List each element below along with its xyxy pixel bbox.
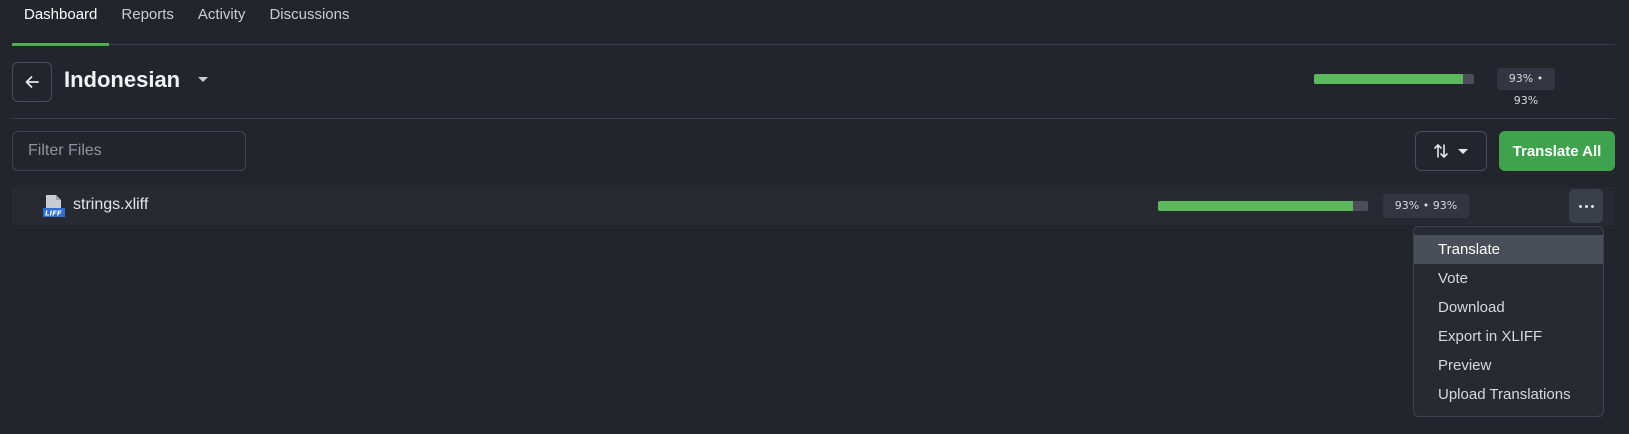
file-progress-bar xyxy=(1158,201,1368,211)
file-progress-fill xyxy=(1158,201,1354,211)
more-horizontal-icon xyxy=(1578,204,1594,208)
menu-item-vote[interactable]: Vote xyxy=(1414,264,1603,293)
menu-item-download[interactable]: Download xyxy=(1414,293,1603,322)
chevron-down-icon xyxy=(1458,148,1468,154)
tab-reports[interactable]: Reports xyxy=(109,0,186,45)
menu-item-upload-translations[interactable]: Upload Translations xyxy=(1414,380,1603,409)
menu-item-preview[interactable]: Preview xyxy=(1414,351,1603,380)
menu-item-export-xliff[interactable]: Export in XLIFF xyxy=(1414,322,1603,351)
more-options-button[interactable] xyxy=(1569,189,1603,223)
language-dropdown-caret-icon[interactable] xyxy=(198,77,208,82)
file-progress-badge: 93% • 93% xyxy=(1383,194,1469,218)
language-progress-bar xyxy=(1314,74,1474,84)
menu-item-translate[interactable]: Translate xyxy=(1414,235,1603,264)
top-tabs: Dashboard Reports Activity Discussions xyxy=(12,0,1615,46)
files-toolbar: Translate All xyxy=(12,131,1615,171)
back-button[interactable] xyxy=(12,62,52,102)
language-progress-fill xyxy=(1314,74,1463,84)
xliff-file-icon: LIFF xyxy=(43,195,65,218)
file-name[interactable]: strings.xliff xyxy=(73,196,148,214)
page-title: Indonesian xyxy=(64,67,181,92)
arrow-left-icon xyxy=(25,76,39,88)
translate-all-button[interactable]: Translate All xyxy=(1499,131,1615,171)
file-actions-menu: Translate Vote Download Export in XLIFF … xyxy=(1413,226,1604,417)
filter-files-input[interactable] xyxy=(12,131,246,171)
sort-button[interactable] xyxy=(1415,131,1487,171)
tab-dashboard[interactable]: Dashboard xyxy=(12,0,110,46)
language-progress-badge: 93% • 93% xyxy=(1497,68,1555,107)
svg-text:LIFF: LIFF xyxy=(45,210,62,218)
file-row[interactable]: LIFF strings.xliff 93% • 93% xyxy=(12,187,1615,225)
language-header: Indonesian 93% • 93% xyxy=(12,45,1615,119)
tab-activity[interactable]: Activity xyxy=(186,0,258,45)
tab-discussions[interactable]: Discussions xyxy=(257,0,361,45)
sort-arrows-icon xyxy=(1434,144,1448,158)
